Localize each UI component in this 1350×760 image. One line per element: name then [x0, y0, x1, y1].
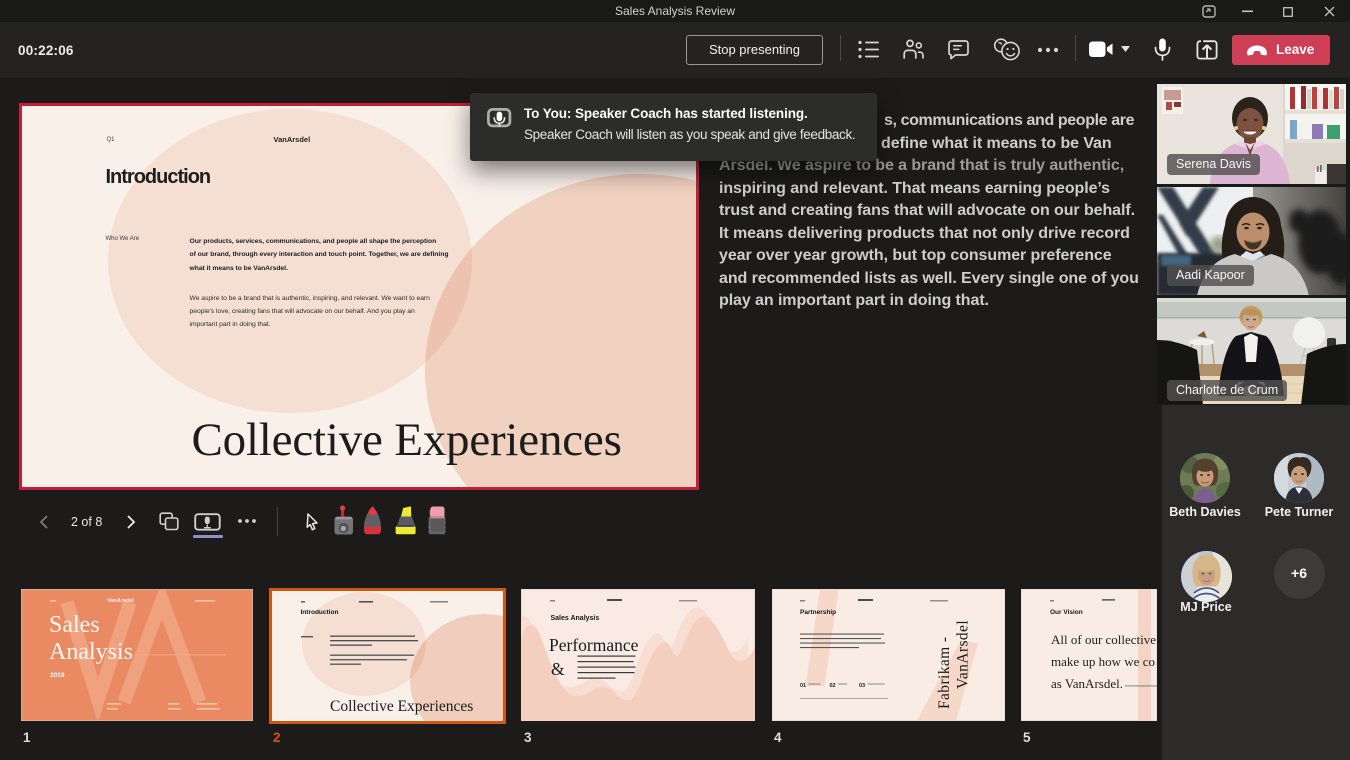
- svg-text:as VanArsdel.: as VanArsdel.: [1051, 676, 1123, 691]
- svg-text:Sales Analysis: Sales Analysis: [551, 615, 600, 622]
- svg-text:Introduction: Introduction: [301, 609, 339, 616]
- svg-text:Fabrikam -: Fabrikam -: [936, 637, 953, 709]
- svg-text:&: &: [551, 659, 565, 679]
- svg-text:2019: 2019: [50, 672, 65, 679]
- svg-text:VanArsdel: VanArsdel: [107, 598, 134, 604]
- svg-text:make up how we co: make up how we co: [1051, 654, 1155, 669]
- svg-text:Sales: Sales: [49, 612, 100, 638]
- svg-text:03: 03: [859, 683, 865, 689]
- svg-text:02: 02: [830, 683, 836, 689]
- svg-text:Collective Experiences: Collective Experiences: [330, 698, 473, 715]
- svg-text:Performance: Performance: [549, 635, 639, 655]
- svg-text:Analysis: Analysis: [49, 639, 133, 665]
- svg-text:01: 01: [800, 683, 806, 689]
- svg-text:Our Vision: Our Vision: [1050, 609, 1083, 616]
- svg-text:All of our collective: All of our collective: [1051, 632, 1156, 647]
- svg-text:VanArsdel: VanArsdel: [955, 620, 972, 689]
- svg-text:Partnership: Partnership: [800, 609, 836, 616]
